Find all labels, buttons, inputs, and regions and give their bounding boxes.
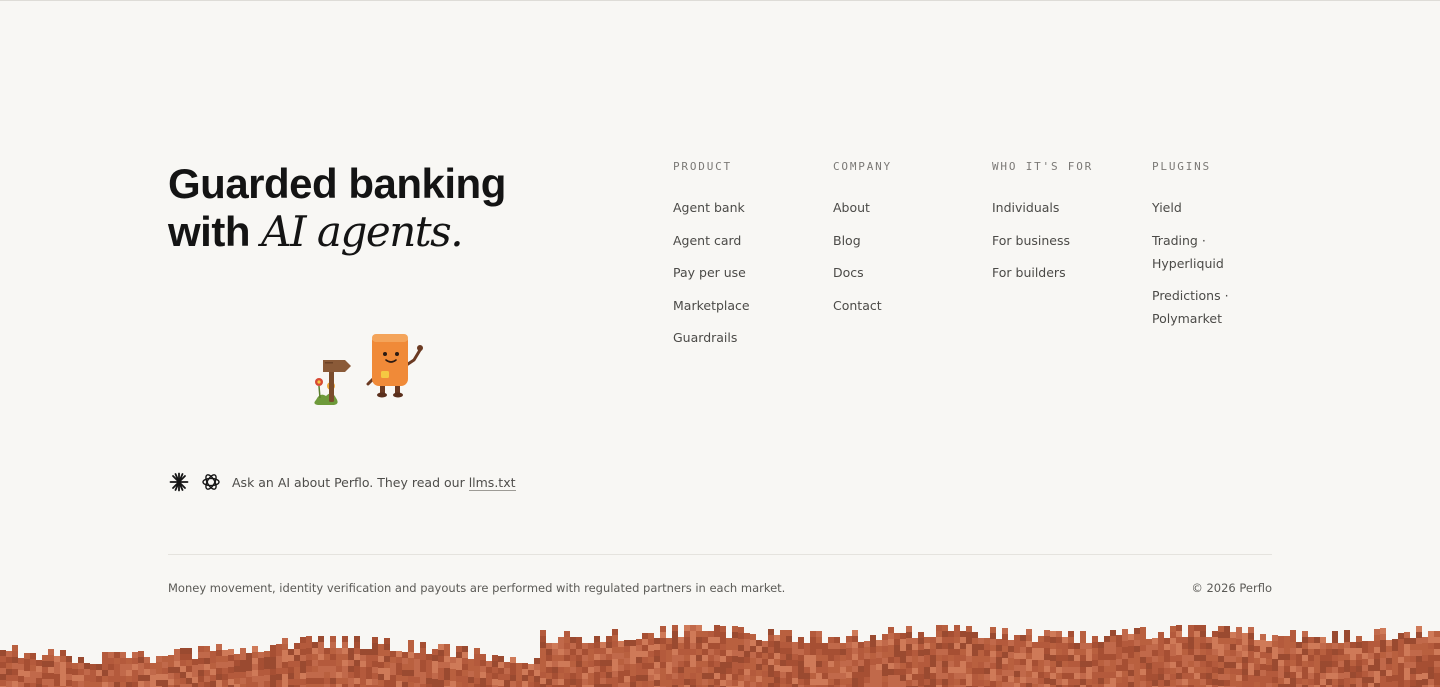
column-heading: COMPANY <box>833 160 892 173</box>
ask-ai-label: Ask an AI about Perflo. They read our <box>232 474 465 490</box>
column-heading: PLUGINS <box>1152 160 1211 173</box>
footer-column-plugins: PLUGINS Yield Trading · Hyperliquid Pred… <box>1152 160 1232 340</box>
footer-link-contact[interactable]: Contact <box>833 298 882 313</box>
legal-disclaimer: Money movement, identity verification an… <box>168 581 786 595</box>
footer-link-pay-per-use[interactable]: Pay per use <box>673 265 746 280</box>
top-border <box>0 0 1440 1</box>
footer-divider <box>168 554 1272 555</box>
openai-icon[interactable] <box>200 471 222 493</box>
footer-column-company: COMPANY About Blog Docs Contact <box>833 160 892 326</box>
claude-icon[interactable] <box>168 471 190 493</box>
headline-emphasis: AI agents. <box>261 207 463 256</box>
footer-link-predictions-polymarket[interactable]: Predictions · Polymarket <box>1152 288 1229 326</box>
pixel-terrain-decoration <box>0 625 1440 687</box>
footer-link-docs[interactable]: Docs <box>833 265 864 280</box>
footer-link-trading-hyperliquid[interactable]: Trading · Hyperliquid <box>1152 233 1224 271</box>
footer-link-agent-card[interactable]: Agent card <box>673 233 741 248</box>
headline-line1: Guarded banking <box>168 160 506 207</box>
footer-link-individuals[interactable]: Individuals <box>992 200 1059 215</box>
llms-txt-link[interactable]: llms.txt <box>468 474 516 491</box>
column-heading: PRODUCT <box>673 160 732 173</box>
footer-column-product: PRODUCT Agent bank Agent card Pay per us… <box>673 160 750 359</box>
footer-link-blog[interactable]: Blog <box>833 233 861 248</box>
page-headline: Guarded banking with AI agents. <box>168 160 506 256</box>
footer-column-who-its-for: WHO IT'S FOR Individuals For business Fo… <box>992 160 1093 294</box>
headline-line2-prefix: with <box>168 208 250 255</box>
flower-icon <box>314 378 338 405</box>
card-mascot-illustration <box>314 334 423 405</box>
ask-ai-text: Ask an AI about Perflo. They read our ll… <box>232 474 516 491</box>
footer-link-guardrails[interactable]: Guardrails <box>673 330 737 345</box>
footer-link-about[interactable]: About <box>833 200 870 215</box>
card-character-icon <box>366 334 423 398</box>
column-heading: WHO IT'S FOR <box>992 160 1094 173</box>
footer-link-yield[interactable]: Yield <box>1152 200 1182 215</box>
footer-link-marketplace[interactable]: Marketplace <box>673 298 750 313</box>
ask-ai-row: Ask an AI about Perflo. They read our ll… <box>168 470 516 494</box>
footer-link-agent-bank[interactable]: Agent bank <box>673 200 745 215</box>
footer-link-for-business[interactable]: For business <box>992 233 1070 248</box>
footer-link-for-builders[interactable]: For builders <box>992 265 1066 280</box>
copyright: © 2026 Perflo <box>1191 581 1272 595</box>
